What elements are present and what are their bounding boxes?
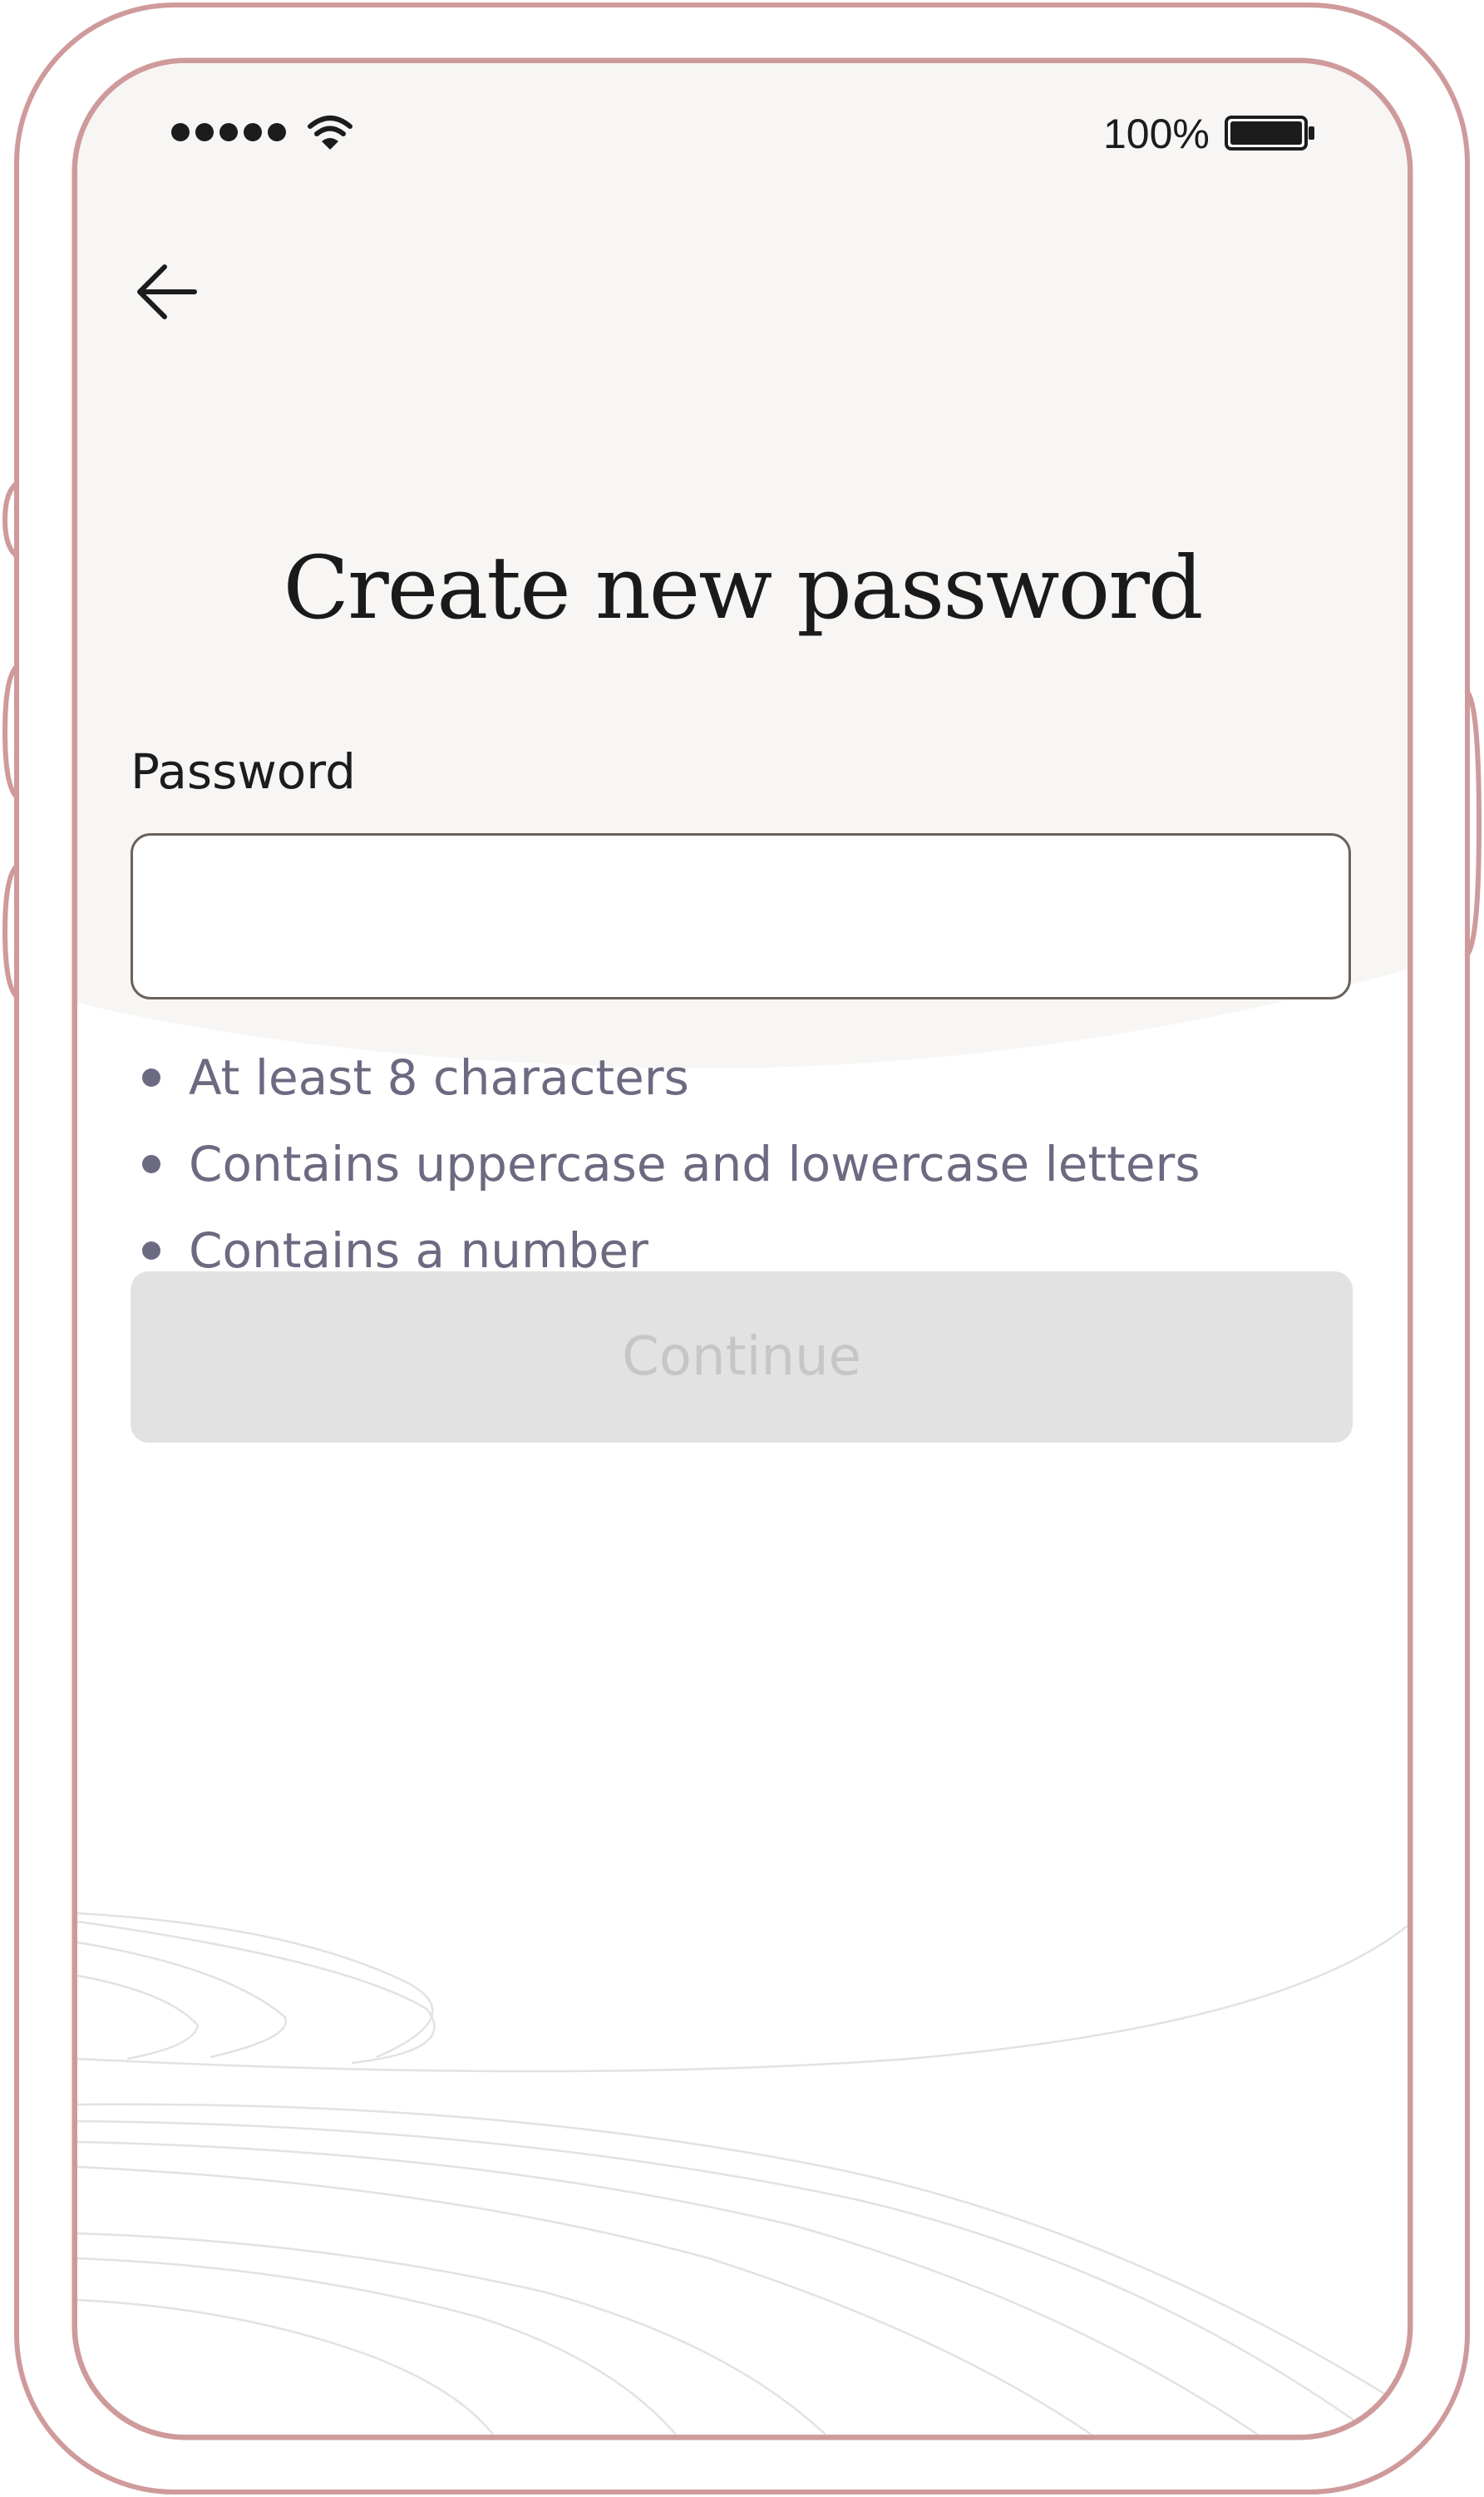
app-screen: 100% Create new password Password At lea…	[77, 63, 1408, 2435]
password-label: Password	[131, 743, 356, 800]
requirement-text: Contains uppercase and lowercase letters	[189, 1136, 1201, 1192]
password-input[interactable]	[131, 833, 1351, 999]
continue-button[interactable]: Continue	[131, 1271, 1353, 1443]
status-bar: 100%	[77, 63, 1408, 171]
battery-percentage: 100%	[1103, 111, 1210, 157]
requirement-item: Contains uppercase and lowercase letters	[131, 1121, 1201, 1207]
wifi-icon	[308, 116, 353, 150]
bullet-icon	[142, 1241, 160, 1260]
password-requirements: At least 8 characters Contains uppercase…	[131, 1034, 1201, 1294]
requirement-item: At least 8 characters	[131, 1034, 1201, 1121]
signal-strength-icon	[171, 123, 286, 141]
back-button[interactable]	[121, 246, 212, 338]
battery-icon	[1225, 116, 1314, 151]
requirement-text: Contains a number	[189, 1222, 648, 1279]
requirement-text: At least 8 characters	[189, 1049, 689, 1106]
bullet-icon	[142, 1068, 160, 1087]
bullet-icon	[142, 1155, 160, 1173]
phone-device: 100% Create new password Password At lea…	[0, 0, 1484, 2497]
page-title: Create new password	[283, 537, 1203, 639]
decorative-wave-pattern	[77, 1912, 1408, 2435]
arrow-left-icon	[137, 264, 197, 319]
